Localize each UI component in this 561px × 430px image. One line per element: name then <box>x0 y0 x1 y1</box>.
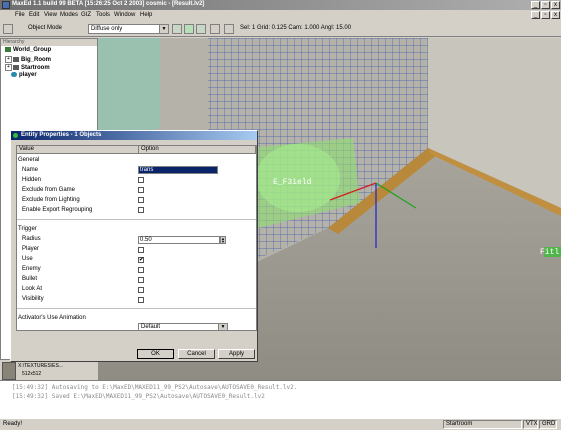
status-bar: Ready! Startroom VTX GRD <box>0 418 561 430</box>
menu-modes[interactable]: Modes <box>60 12 78 18</box>
group-trigger: Trigger <box>18 226 37 232</box>
prop-bullet-label: Bullet <box>22 276 38 282</box>
entity-label: E_F3ield <box>273 178 312 187</box>
render-mode-value: Diffuse only <box>91 26 123 32</box>
dialog-titlebar[interactable]: Entity Properties - 1 Objects <box>11 131 257 140</box>
menu-help[interactable]: Help <box>140 12 152 18</box>
mode-label: Object Mode <box>28 25 63 31</box>
apply-button[interactable]: Apply <box>218 349 255 359</box>
enemy-checkbox[interactable] <box>138 267 144 273</box>
tree-item-player[interactable]: player <box>11 72 37 78</box>
prop-enemy-label: Enemy <box>22 266 41 272</box>
bullet-checkbox[interactable] <box>138 277 144 283</box>
room-icon <box>13 57 19 62</box>
entity-icon <box>13 133 18 138</box>
log-line: [15:49:32] Saved E:\MaxED\MAXED11_99_PS2… <box>12 393 265 400</box>
exclude-game-checkbox[interactable] <box>138 187 144 193</box>
tree-item-big-room[interactable]: + Big_Room <box>5 56 51 63</box>
group-icon <box>5 47 11 52</box>
visibility-checkbox[interactable] <box>138 297 144 303</box>
status-vtx: VTX <box>523 420 538 429</box>
prop-name-label: Name <box>22 167 39 173</box>
tree-item-world-group[interactable]: World_Group <box>5 47 51 53</box>
menu-view[interactable]: View <box>44 12 57 18</box>
radius-spinner[interactable]: ▲ ▼ <box>220 236 226 244</box>
ok-button[interactable]: OK <box>137 349 174 359</box>
app-icon <box>2 1 10 9</box>
menu-bar: File Edit View Modes GIZ Tools Window He… <box>0 10 561 21</box>
pen-tool-icon[interactable] <box>224 24 234 34</box>
texture-path: X:\TEXTURES\ES... <box>18 363 64 369</box>
chevron-down-icon: ▼ <box>159 25 168 33</box>
column-header-option[interactable]: Option <box>139 146 256 154</box>
prop-player-label: Player <box>22 246 40 252</box>
expand-icon[interactable]: + <box>5 64 12 71</box>
select-tool-icon[interactable] <box>3 24 13 34</box>
menu-tools[interactable]: Tools <box>96 12 110 18</box>
prop-exclude-lighting-label: Exclude from Lighting <box>22 197 80 203</box>
toolbar: Object Mode Diffuse only ▼ Sel: 1 Grid: … <box>0 21 561 37</box>
title-bar: MaxEd 1.1 build 99 BETA [15:26:25 Oct 2 … <box>0 0 561 10</box>
status-ready: Ready! <box>3 421 23 427</box>
far-entity-label: Fitl <box>540 248 560 257</box>
log-panel[interactable]: [15:49:32] Autosaving to E:\MaxED\MAXED1… <box>0 380 561 418</box>
radius-input[interactable]: 0.50 <box>138 236 220 244</box>
use-checkbox[interactable]: ✔ <box>138 257 144 263</box>
export-regrouping-checkbox[interactable] <box>138 207 144 213</box>
chart-view-icon[interactable] <box>184 24 194 34</box>
log-line: [15:49:32] Autosaving to E:\MaxED\MAXED1… <box>12 384 298 391</box>
animation-value: Default <box>141 324 161 330</box>
menu-giz[interactable]: GIZ <box>81 12 91 18</box>
cancel-button[interactable]: Cancel <box>178 349 215 359</box>
grid-tool-icon[interactable] <box>210 24 220 34</box>
player-icon <box>11 72 17 77</box>
close-button[interactable]: x <box>551 1 560 9</box>
divider <box>17 308 256 309</box>
mdi-close-button[interactable]: x <box>551 11 560 19</box>
tree-item-startroom[interactable]: + Startroom <box>5 64 50 71</box>
maximize-button[interactable]: ▫ <box>541 1 550 9</box>
hierarchy-header: Hierarchy <box>1 39 97 46</box>
solid-view-icon[interactable] <box>196 24 206 34</box>
wireframe-toggle-icon[interactable] <box>172 24 182 34</box>
animation-select[interactable]: Default ▼ <box>138 323 228 331</box>
menu-file[interactable]: File <box>15 12 25 18</box>
prop-lookat-label: Look At <box>22 286 43 292</box>
column-header-value[interactable]: Value <box>17 146 139 154</box>
render-mode-select[interactable]: Diffuse only ▼ <box>88 24 169 34</box>
mdi-restore-button[interactable]: ▫ <box>541 11 550 19</box>
group-animation: Activator's Use Animation <box>18 315 86 321</box>
hidden-checkbox[interactable] <box>138 177 144 183</box>
prop-exclude-game-label: Exclude from Game <box>22 187 76 193</box>
mdi-minimize-button[interactable]: _ <box>531 11 540 19</box>
player-checkbox[interactable] <box>138 247 144 253</box>
chevron-down-icon: ▼ <box>218 324 227 330</box>
divider <box>17 219 256 220</box>
exclude-lighting-checkbox[interactable] <box>138 197 144 203</box>
prop-export-regrouping-label: Enable Export Regrouping <box>22 207 93 213</box>
status-room: Startroom <box>443 420 522 429</box>
lookat-checkbox[interactable] <box>138 287 144 293</box>
status-grd: GRD <box>539 420 557 429</box>
group-general: General <box>18 157 40 163</box>
toolbar-status: Sel: 1 Grid: 0.125 Cam: 1.000 Angl: 15.0… <box>240 25 352 31</box>
texture-thumbnail[interactable] <box>2 362 16 380</box>
prop-use-label: Use <box>22 256 33 262</box>
texture-size: 512x512 <box>22 371 42 377</box>
name-input[interactable]: trans <box>138 166 218 174</box>
entity-properties-dialog: Entity Properties - 1 Objects Value Opti… <box>10 130 258 362</box>
menu-window[interactable]: Window <box>114 12 135 18</box>
window-title: MaxEd 1.1 build 99 BETA [15:26:25 Oct 2 … <box>12 1 205 7</box>
room-icon <box>13 65 19 70</box>
expand-icon[interactable]: + <box>5 56 12 63</box>
prop-hidden-label: Hidden <box>22 177 42 183</box>
texture-panel: X:\TEXTURES\ES... 512x512 <box>0 360 98 382</box>
property-grid: Value Option General Name trans Hidden E… <box>16 145 257 331</box>
prop-visibility-label: Visibility <box>22 296 44 302</box>
prop-radius-label: Radius <box>22 236 41 242</box>
dialog-title: Entity Properties - 1 Objects <box>21 132 102 138</box>
minimize-button[interactable]: _ <box>531 1 540 9</box>
menu-edit[interactable]: Edit <box>29 12 39 18</box>
